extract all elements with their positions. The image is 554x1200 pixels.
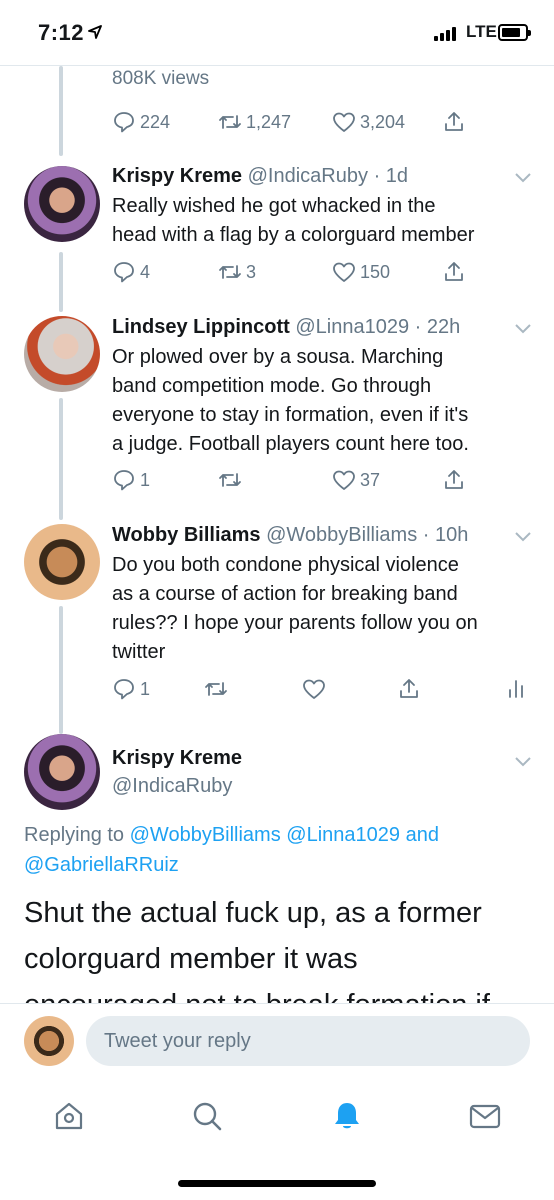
tweet-line: Shut the actual fuck up, as a former [24, 897, 482, 929]
home-indicator [178, 1180, 376, 1187]
avatar[interactable] [24, 1016, 74, 1066]
focused-text-clip: Shut the actual fuck up, as a former col… [0, 0, 554, 1003]
home-icon[interactable] [52, 1099, 86, 1133]
messages-icon[interactable] [468, 1099, 502, 1133]
notifications-icon[interactable] [330, 1099, 364, 1133]
compose-bar: Tweet your reply [0, 1003, 554, 1083]
search-icon[interactable] [190, 1099, 224, 1133]
reply-input[interactable]: Tweet your reply [86, 1016, 530, 1066]
tweet-line: encouraged not to break formation if [24, 982, 534, 1003]
tweet-line: colorguard member it was [24, 943, 358, 975]
focused-tweet-text: Shut the actual fuck up, as a former col… [24, 890, 534, 1003]
